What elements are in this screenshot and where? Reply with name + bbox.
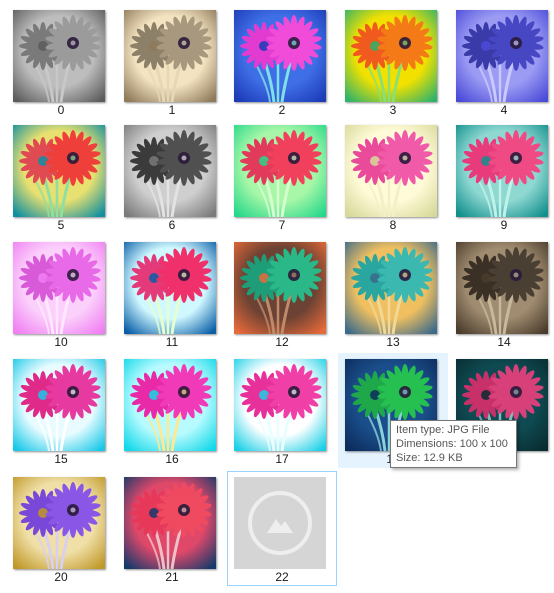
- thumbnail-item[interactable]: 10: [6, 236, 116, 351]
- flower-image-icon: [456, 242, 548, 334]
- thumbnail-item[interactable]: 13: [338, 236, 448, 351]
- thumbnail-item[interactable]: 2: [227, 4, 337, 119]
- flower-image-icon: [345, 10, 437, 102]
- flower-image-icon: [13, 359, 105, 451]
- thumbnail-label: 10: [54, 335, 68, 349]
- thumbnail-label: 9: [500, 218, 508, 232]
- thumbnail-label: 1: [168, 103, 176, 117]
- thumbnail-label: 4: [500, 103, 508, 117]
- thumbnail-item[interactable]: 0: [6, 4, 116, 119]
- thumbnail-label: 8: [389, 218, 397, 232]
- flower-image-icon: [13, 125, 105, 217]
- thumbnail-item[interactable]: 16: [117, 353, 227, 468]
- flower-image-icon: [124, 125, 216, 217]
- thumbnail-label: 3: [389, 103, 397, 117]
- thumbnail-image: [13, 242, 105, 334]
- thumbnail-label: 7: [278, 218, 286, 232]
- thumbnail-image: [234, 477, 326, 569]
- thumbnail-image: [13, 10, 105, 102]
- flower-image-icon: [13, 10, 105, 102]
- thumbnail-item[interactable]: 17: [227, 353, 337, 468]
- flower-image-icon: [456, 10, 548, 102]
- thumbnail-item[interactable]: 3: [338, 4, 448, 119]
- thumbnail-item[interactable]: 4: [449, 4, 554, 119]
- tooltip-dimensions: Dimensions: 100 x 100: [396, 438, 508, 450]
- thumbnail-image: [456, 125, 548, 217]
- thumbnail-item[interactable]: 11: [117, 236, 227, 351]
- thumbnail-image: [124, 242, 216, 334]
- thumbnail-label: 15: [54, 452, 68, 466]
- thumbnail-item[interactable]: 12: [227, 236, 337, 351]
- thumbnail-label: 0: [57, 103, 65, 117]
- flower-image-icon: [234, 10, 326, 102]
- thumbnail-label: 6: [168, 218, 176, 232]
- flower-image-icon: [234, 125, 326, 217]
- thumbnail-image: [124, 477, 216, 569]
- thumbnail-item[interactable]: 6: [117, 119, 227, 234]
- thumbnail-image: [124, 10, 216, 102]
- flower-image-icon: [124, 242, 216, 334]
- thumbnail-image: [345, 125, 437, 217]
- thumbnail-item[interactable]: 7: [227, 119, 337, 234]
- thumbnail-item[interactable]: 15: [6, 353, 116, 468]
- thumbnail-label: 16: [165, 452, 179, 466]
- flower-image-icon: [124, 477, 216, 569]
- flower-image-icon: [234, 359, 326, 451]
- thumbnail-item[interactable]: 8: [338, 119, 448, 234]
- thumbnail-item[interactable]: 14: [449, 236, 554, 351]
- thumbnail-label: 13: [386, 335, 400, 349]
- thumbnail-image: [124, 125, 216, 217]
- thumbnail-label: 14: [497, 335, 511, 349]
- thumbnail-image: [345, 10, 437, 102]
- thumbnail-image: [234, 242, 326, 334]
- thumbnail-label: 20: [54, 570, 68, 584]
- thumbnail-item[interactable]: 20: [6, 471, 116, 586]
- thumbnail-label: 11: [165, 335, 179, 349]
- flower-image-icon: [345, 242, 437, 334]
- thumbnail-item[interactable]: 22: [227, 471, 337, 586]
- thumbnail-image: [234, 10, 326, 102]
- thumbnail-label: 17: [275, 452, 289, 466]
- thumbnail-image: [456, 10, 548, 102]
- flower-image-icon: [234, 242, 326, 334]
- thumbnail-image: [124, 359, 216, 451]
- thumbnail-item[interactable]: 9: [449, 119, 554, 234]
- file-info-tooltip: Item type: JPG File Dimensions: 100 x 10…: [390, 420, 517, 468]
- thumbnail-image: [13, 477, 105, 569]
- image-placeholder-icon: [234, 477, 326, 569]
- thumbnail-label: 22: [275, 570, 289, 584]
- thumbnail-label: 2: [278, 103, 286, 117]
- flower-image-icon: [13, 242, 105, 334]
- thumbnail-label: 21: [165, 570, 179, 584]
- thumbnail-item[interactable]: 21: [117, 471, 227, 586]
- thumbnail-image: [13, 359, 105, 451]
- tooltip-size: Size: 12.9 KB: [396, 452, 463, 464]
- thumbnail-label: 5: [57, 218, 65, 232]
- thumbnail-label: 12: [275, 335, 289, 349]
- thumbnail-item[interactable]: 5: [6, 119, 116, 234]
- flower-image-icon: [13, 477, 105, 569]
- thumbnail-image: [234, 125, 326, 217]
- flower-image-icon: [345, 125, 437, 217]
- flower-image-icon: [124, 10, 216, 102]
- thumbnail-image: [345, 242, 437, 334]
- thumbnail-item[interactable]: 1: [117, 4, 227, 119]
- thumbnail-image: [13, 125, 105, 217]
- tooltip-item-type: Item type: JPG File: [396, 424, 490, 436]
- thumbnail-image: [234, 359, 326, 451]
- thumbnail-grid: 012345678910111213141516171819202122: [0, 0, 554, 593]
- flower-image-icon: [124, 359, 216, 451]
- flower-image-icon: [456, 125, 548, 217]
- thumbnail-image: [456, 242, 548, 334]
